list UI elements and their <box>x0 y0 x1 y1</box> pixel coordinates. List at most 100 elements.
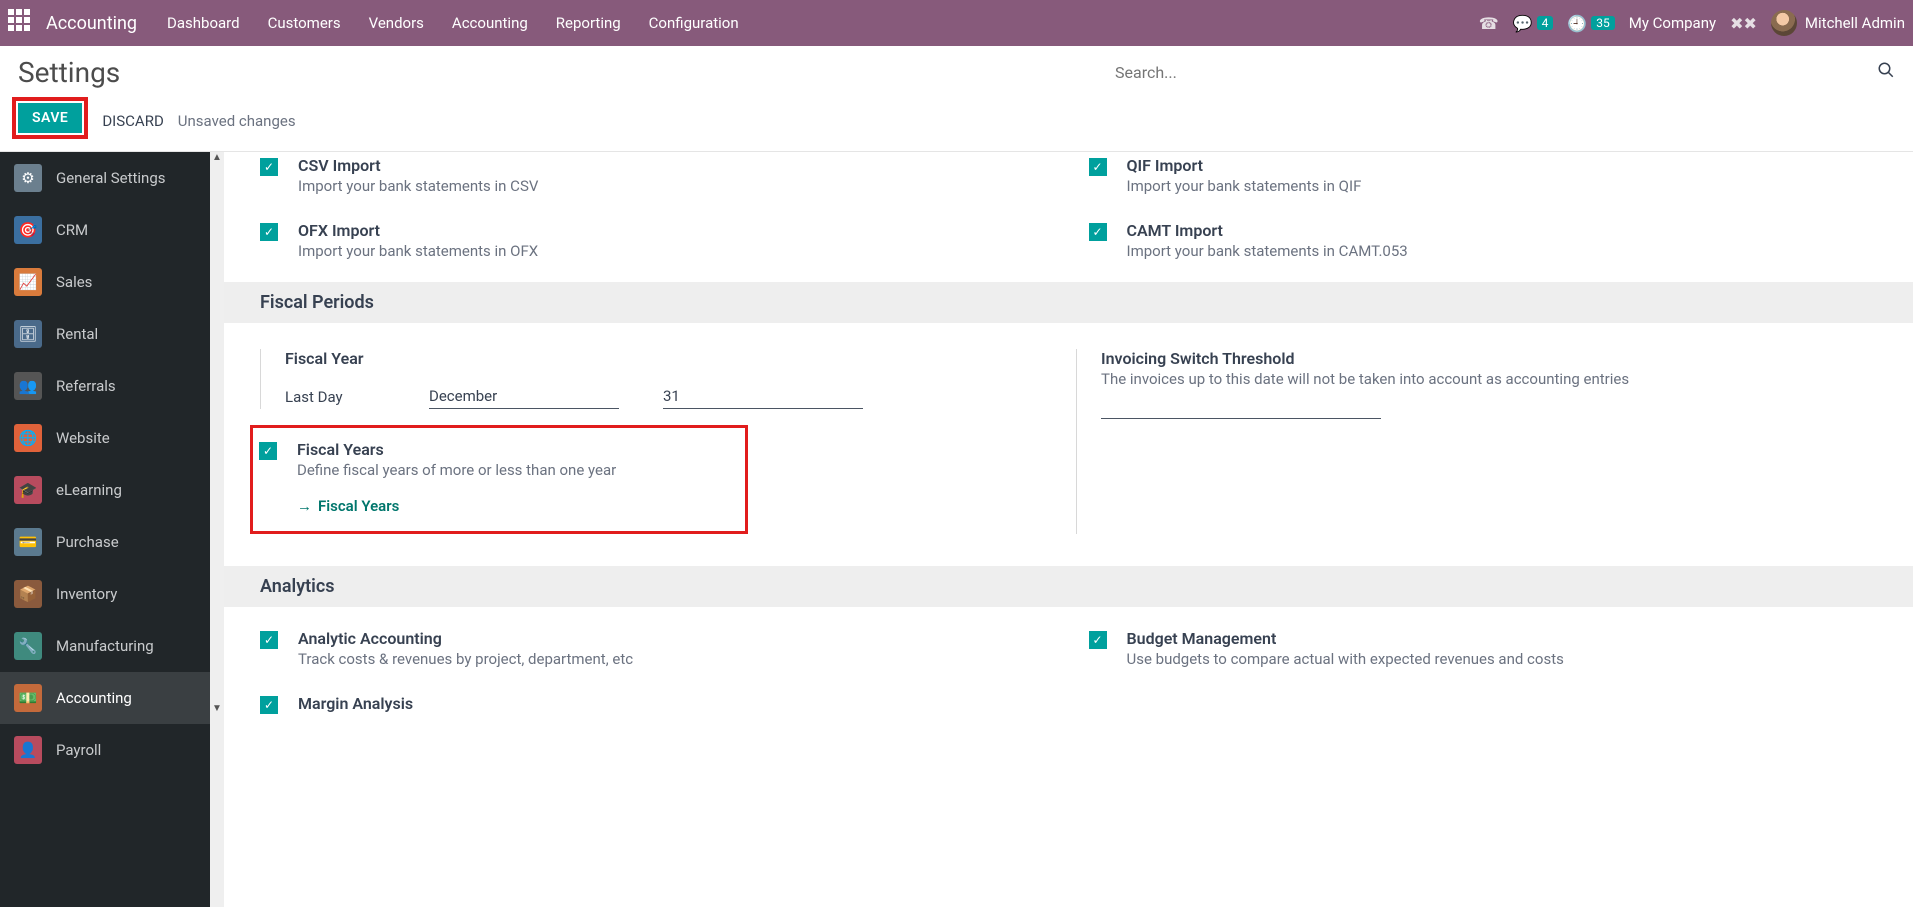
checkbox-csv[interactable]: ✓ <box>260 158 278 176</box>
scroll-down-icon[interactable]: ▼ <box>210 703 224 714</box>
ofx-import-title: OFX Import <box>298 221 538 240</box>
menu-customers[interactable]: Customers <box>268 14 341 32</box>
fiscal-day-input[interactable]: 31 <box>663 384 863 409</box>
avatar <box>1771 10 1797 36</box>
checkbox-camt[interactable]: ✓ <box>1089 223 1107 241</box>
user-menu[interactable]: Mitchell Admin <box>1771 10 1905 36</box>
fiscal-years-highlight: ✓ Fiscal Years Define fiscal years of mo… <box>250 425 748 534</box>
menu-dashboard[interactable]: Dashboard <box>167 14 240 32</box>
sales-icon: 📈 <box>14 268 42 296</box>
messages-button[interactable]: 💬 4 <box>1513 14 1554 33</box>
fiscal-years-desc: Define fiscal years of more or less than… <box>297 461 616 479</box>
sidebar-item-label: Accounting <box>56 689 132 707</box>
sidebar-item-label: Purchase <box>56 533 119 551</box>
main-menu: Dashboard Customers Vendors Accounting R… <box>167 14 739 32</box>
sidebar-item-label: Sales <box>56 273 92 291</box>
payroll-icon: 👤 <box>14 736 42 764</box>
menu-vendors[interactable]: Vendors <box>369 14 424 32</box>
sidebar-item-manufacturing[interactable]: 🔧 Manufacturing <box>0 620 210 672</box>
checkbox-qif[interactable]: ✓ <box>1089 158 1107 176</box>
settings-sidebar: ⚙General Settings 🎯 CRM 📈 Sales 🗄 Rental 👥 Refer… <box>0 152 210 907</box>
fiscal-years-title: Fiscal Years <box>297 440 616 459</box>
chat-badge: 4 <box>1537 16 1554 30</box>
sidebar-item-label: Manufacturing <box>56 637 154 655</box>
ofx-import-desc: Import your bank statements in OFX <box>298 242 538 260</box>
budget-title: Budget Management <box>1127 629 1564 648</box>
fiscal-month-select[interactable]: December <box>429 384 619 409</box>
budget-desc: Use budgets to compare actual with expec… <box>1127 650 1564 668</box>
checkbox-ofx[interactable]: ✓ <box>260 223 278 241</box>
section-fiscal-periods: Fiscal Periods <box>224 282 1913 323</box>
elearning-icon: 🎓 <box>14 476 42 504</box>
sidebar-item-label: Website <box>56 429 110 447</box>
support-icon[interactable]: ☎ <box>1479 14 1499 33</box>
save-button[interactable]: SAVE <box>18 103 82 133</box>
threshold-title: Invoicing Switch Threshold <box>1101 349 1877 368</box>
referrals-icon: 👥 <box>14 372 42 400</box>
app-name: Accounting <box>46 13 137 34</box>
purchase-icon: 💳 <box>14 528 42 556</box>
arrow-right-icon: → <box>297 497 312 515</box>
search-input[interactable] <box>1115 59 1877 86</box>
sidebar-item-label: Referrals <box>56 377 116 395</box>
user-name: Mitchell Admin <box>1805 14 1905 32</box>
activities-button[interactable]: 🕘 35 <box>1567 14 1614 33</box>
clock-icon: 🕘 <box>1567 14 1587 33</box>
csv-import-title: CSV Import <box>298 156 538 175</box>
checkbox-budget[interactable]: ✓ <box>1089 631 1107 649</box>
scroll-up-icon[interactable]: ▲ <box>210 152 224 163</box>
search-icon[interactable] <box>1877 61 1895 84</box>
save-highlight: SAVE <box>12 97 88 139</box>
fiscal-year-title: Fiscal Year <box>285 349 1036 368</box>
sidebar-item-elearning[interactable]: 🎓eLearning <box>0 464 210 516</box>
checkbox-fiscal-years[interactable]: ✓ <box>259 442 277 460</box>
section-analytics: Analytics <box>224 566 1913 607</box>
margin-title: Margin Analysis <box>298 694 413 713</box>
website-icon: 🌐 <box>14 424 42 452</box>
camt-import-title: CAMT Import <box>1127 221 1408 240</box>
analytic-desc: Track costs & revenues by project, depar… <box>298 650 633 668</box>
sidebar-item-sales[interactable]: 📈 Sales <box>0 256 210 308</box>
sidebar-item-label: Inventory <box>56 585 117 603</box>
camt-import-desc: Import your bank statements in CAMT.053 <box>1127 242 1408 260</box>
threshold-input[interactable] <box>1101 418 1381 419</box>
checkbox-margin[interactable]: ✓ <box>260 696 278 714</box>
inventory-icon: 📦 <box>14 580 42 608</box>
sidebar-item-label: General Settings <box>56 169 166 187</box>
last-day-label: Last Day <box>285 388 385 406</box>
crm-icon: 🎯 <box>14 216 42 244</box>
rental-icon: 🗄 <box>14 320 42 348</box>
discard-button[interactable]: DISCARD <box>102 112 163 130</box>
manufacturing-icon: 🔧 <box>14 632 42 660</box>
debug-icon[interactable]: ✖✖ <box>1730 14 1757 33</box>
unsaved-indicator: Unsaved changes <box>178 112 296 130</box>
settings-content: ✓ CSV Import Import your bank statements… <box>224 152 1913 907</box>
sidebar-item-rental[interactable]: 🗄 Rental <box>0 308 210 360</box>
sidebar-item-crm[interactable]: 🎯 CRM <box>0 204 210 256</box>
analytic-title: Analytic Accounting <box>298 629 633 648</box>
apps-icon[interactable] <box>8 9 36 37</box>
fiscal-years-link-label: Fiscal Years <box>318 497 399 515</box>
threshold-desc: The invoices up to this date will not be… <box>1101 370 1877 388</box>
menu-configuration[interactable]: Configuration <box>649 14 739 32</box>
csv-import-desc: Import your bank statements in CSV <box>298 177 538 195</box>
activity-badge: 35 <box>1591 16 1615 30</box>
sidebar-item-website[interactable]: 🌐 Website <box>0 412 210 464</box>
checkbox-analytic[interactable]: ✓ <box>260 631 278 649</box>
qif-import-title: QIF Import <box>1127 156 1362 175</box>
sidebar-item-payroll[interactable]: 👤Payroll <box>0 724 210 776</box>
sidebar-scrollbar[interactable]: ▲ ▼ <box>210 152 224 907</box>
menu-accounting[interactable]: Accounting <box>452 14 528 32</box>
sidebar-item-accounting[interactable]: 💵Accounting <box>0 672 210 724</box>
sidebar-item-inventory[interactable]: 📦 Inventory <box>0 568 210 620</box>
page-title: Settings <box>18 56 120 89</box>
menu-reporting[interactable]: Reporting <box>556 14 621 32</box>
qif-import-desc: Import your bank statements in QIF <box>1127 177 1362 195</box>
sidebar-item-referrals[interactable]: 👥 Referrals <box>0 360 210 412</box>
sidebar-item-label: CRM <box>56 221 88 239</box>
fiscal-years-link[interactable]: → Fiscal Years <box>297 497 616 515</box>
sidebar-item-general-settings[interactable]: ⚙General Settings <box>0 152 210 204</box>
company-switcher[interactable]: My Company <box>1629 14 1716 32</box>
sidebar-item-purchase[interactable]: 💳 Purchase <box>0 516 210 568</box>
sidebar-item-label: Rental <box>56 325 98 343</box>
